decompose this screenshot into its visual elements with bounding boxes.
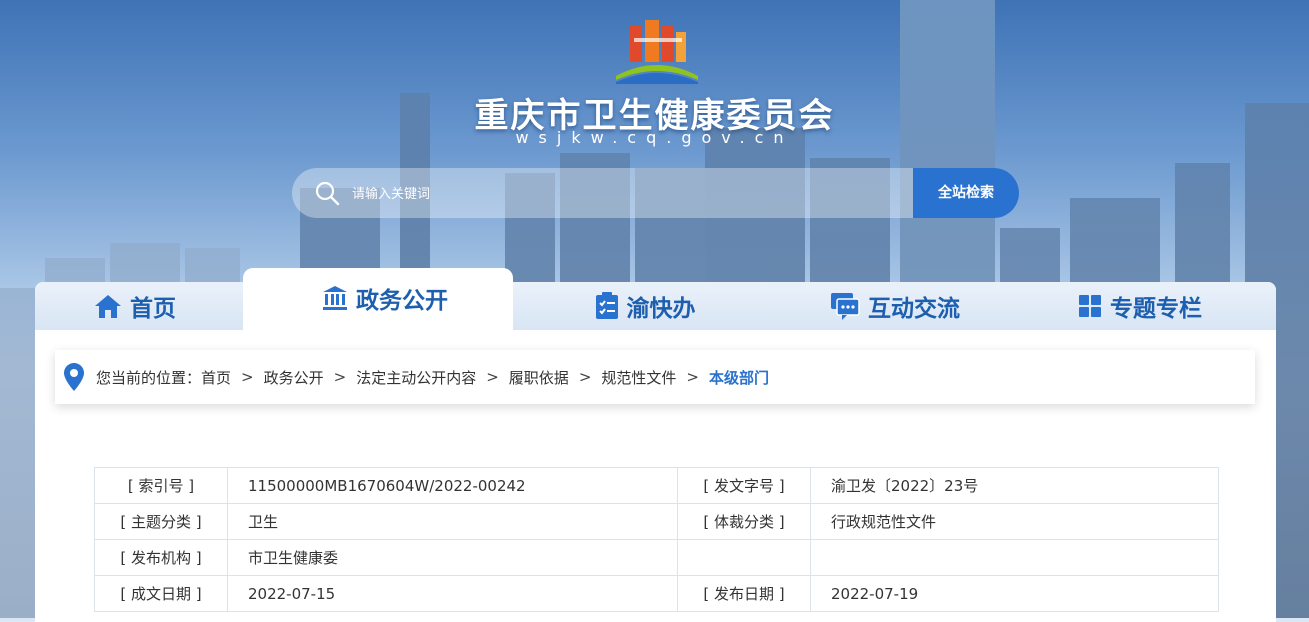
meta-label: [ 索引号 ] <box>94 467 228 504</box>
breadcrumb-separator: > <box>241 368 254 386</box>
meta-value: 行政规范性文件 <box>810 503 1219 540</box>
search-icon <box>315 181 340 206</box>
home-icon <box>95 295 121 318</box>
table-row: [ 成文日期 ] 2022-07-15 [ 发布日期 ] 2022-07-19 <box>94 575 1219 612</box>
search-input[interactable] <box>350 178 894 210</box>
breadcrumb-separator: > <box>333 368 347 386</box>
tab-home[interactable]: 首页 <box>55 282 215 330</box>
breadcrumb-item-gov-affairs[interactable]: 政务公开 <box>264 367 324 388</box>
meta-value: 渝卫发〔2022〕23号 <box>810 467 1219 504</box>
breadcrumb-item-home[interactable]: 首页 <box>201 367 231 388</box>
meta-value: 2022-07-19 <box>810 575 1219 612</box>
meta-label: [ 发布日期 ] <box>677 575 811 612</box>
breadcrumb-item-statutory[interactable]: 法定主动公开内容 <box>356 367 476 388</box>
site-search-button[interactable]: 全站检索 <box>913 168 1019 218</box>
tab-yukuaiban[interactable]: 渝快办 <box>545 282 745 330</box>
meta-value: 2022-07-15 <box>227 575 678 612</box>
tab-special-topics[interactable]: 专题专栏 <box>1040 282 1240 330</box>
breadcrumb-current[interactable]: 本级部门 <box>709 367 769 388</box>
skyline-building <box>0 288 40 618</box>
main-nav: 首页 政务公开 渝快办 互动交流 专题专栏 <box>35 268 1276 330</box>
meta-value <box>810 539 1219 576</box>
breadcrumb-prefix: 您当前的位置： <box>96 368 202 387</box>
tab-interaction[interactable]: 互动交流 <box>795 282 995 330</box>
tab-label: 政务公开 <box>356 288 448 314</box>
tab-label: 首页 <box>130 296 176 322</box>
emblem-logo-icon <box>616 20 698 84</box>
tab-label: 专题专栏 <box>1110 296 1202 322</box>
tab-label: 互动交流 <box>868 296 960 322</box>
table-row: [ 索引号 ] 11500000MB1670604W/2022-00242 [ … <box>94 467 1219 504</box>
meta-label: [ 主题分类 ] <box>94 503 228 540</box>
location-pin-icon <box>64 363 84 391</box>
breadcrumb-item-duty-basis[interactable]: 履职依据 <box>509 367 569 388</box>
tab-government-affairs[interactable]: 政务公开 <box>270 274 500 322</box>
meta-label: [ 发布机构 ] <box>94 539 228 576</box>
meta-label: [ 发文字号 ] <box>677 467 811 504</box>
government-building-icon <box>323 286 347 310</box>
breadcrumb-item-normative-docs[interactable]: 规范性文件 <box>601 367 676 388</box>
table-row: [ 主题分类 ] 卫生 [ 体裁分类 ] 行政规范性文件 <box>94 503 1219 540</box>
table-row: [ 发布机构 ] 市卫生健康委 <box>94 539 1219 576</box>
document-meta-table: [ 索引号 ] 11500000MB1670604W/2022-00242 [ … <box>94 467 1219 612</box>
meta-value: 市卫生健康委 <box>227 539 678 576</box>
meta-label <box>677 539 811 576</box>
breadcrumb-separator: > <box>486 368 499 386</box>
meta-value: 11500000MB1670604W/2022-00242 <box>227 467 678 504</box>
meta-label: [ 成文日期 ] <box>94 575 228 612</box>
meta-label: [ 体裁分类 ] <box>677 503 811 540</box>
grid-icon <box>1079 295 1101 317</box>
checklist-icon <box>595 292 618 319</box>
tab-label: 渝快办 <box>626 296 696 322</box>
site-domain: wsjkw.cq.gov.cn <box>515 128 794 147</box>
search-bar: 全站检索 <box>292 168 1019 218</box>
breadcrumb: 您当前的位置： 首页 > 政务公开 > 法定主动公开内容 > 履职依据 > 规范… <box>55 350 1255 404</box>
meta-value: 卫生 <box>227 503 678 540</box>
chat-icon <box>831 293 860 320</box>
breadcrumb-separator: > <box>578 368 592 386</box>
breadcrumb-separator: > <box>686 368 699 386</box>
